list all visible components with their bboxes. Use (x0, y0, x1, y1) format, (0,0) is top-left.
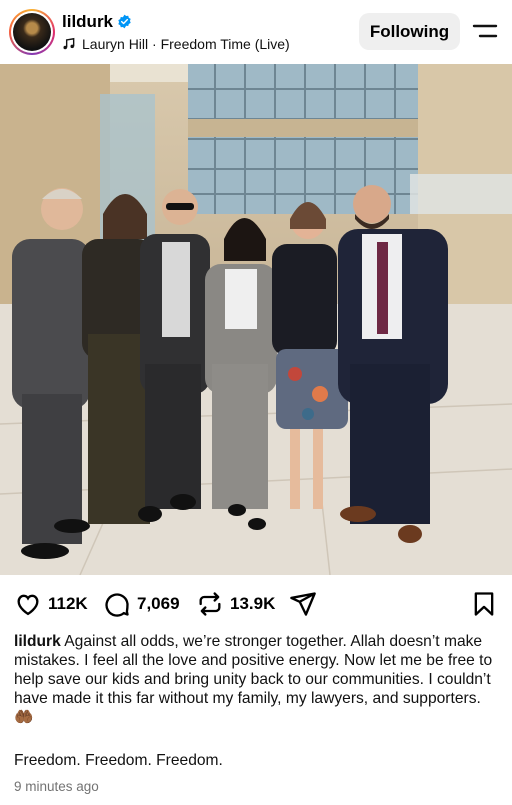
save-action[interactable] (470, 590, 498, 618)
comments-count: 7,069 (137, 594, 180, 613)
comment-action[interactable]: 7,069 (103, 590, 180, 618)
avatar[interactable] (9, 9, 55, 55)
audio-track[interactable]: Lauryn Hill · Freedom Time (Live) (62, 36, 290, 52)
post-header: lildurk Lauryn Hill · Freedom Time (Live… (0, 0, 512, 64)
verified-badge-icon (118, 14, 131, 29)
floor-band (188, 119, 418, 137)
group-of-people (12, 185, 448, 559)
avatar-image (13, 13, 51, 51)
username[interactable]: lildurk (62, 12, 113, 32)
like-action[interactable]: 112K (14, 590, 88, 618)
following-button[interactable]: Following (359, 13, 460, 50)
music-note-icon (63, 37, 75, 50)
share-action[interactable] (289, 590, 317, 618)
post-timestamp: 9 minutes ago (14, 779, 99, 794)
caption-text: Against all odds, we’re stronger togethe… (14, 633, 493, 707)
caption-second-line: Freedom. Freedom. Freedom. (14, 752, 223, 769)
action-bar: 112K 7,069 13.9K (0, 584, 512, 624)
caption-username[interactable]: lildurk (14, 633, 61, 650)
caption: lildurk Against all odds, we’re stronger… (14, 632, 500, 727)
repost-action[interactable]: 13.9K (196, 590, 275, 618)
praying-hands-emoji: 🤲🏾 (14, 709, 34, 726)
post-media[interactable] (0, 64, 512, 575)
save-bookmark-icon[interactable] (470, 590, 498, 618)
audio-track-label: Lauryn Hill · Freedom Time (Live) (82, 36, 290, 52)
comment-icon[interactable] (103, 590, 131, 618)
reposts-count: 13.9K (230, 594, 276, 613)
repost-icon[interactable] (196, 590, 224, 618)
post-photo (0, 64, 512, 575)
avatar-border (11, 11, 53, 53)
menu-icon[interactable] (472, 20, 498, 42)
balcony (410, 174, 512, 214)
heart-icon[interactable] (14, 590, 42, 618)
likes-count: 112K (48, 594, 88, 613)
share-icon[interactable] (289, 590, 317, 618)
